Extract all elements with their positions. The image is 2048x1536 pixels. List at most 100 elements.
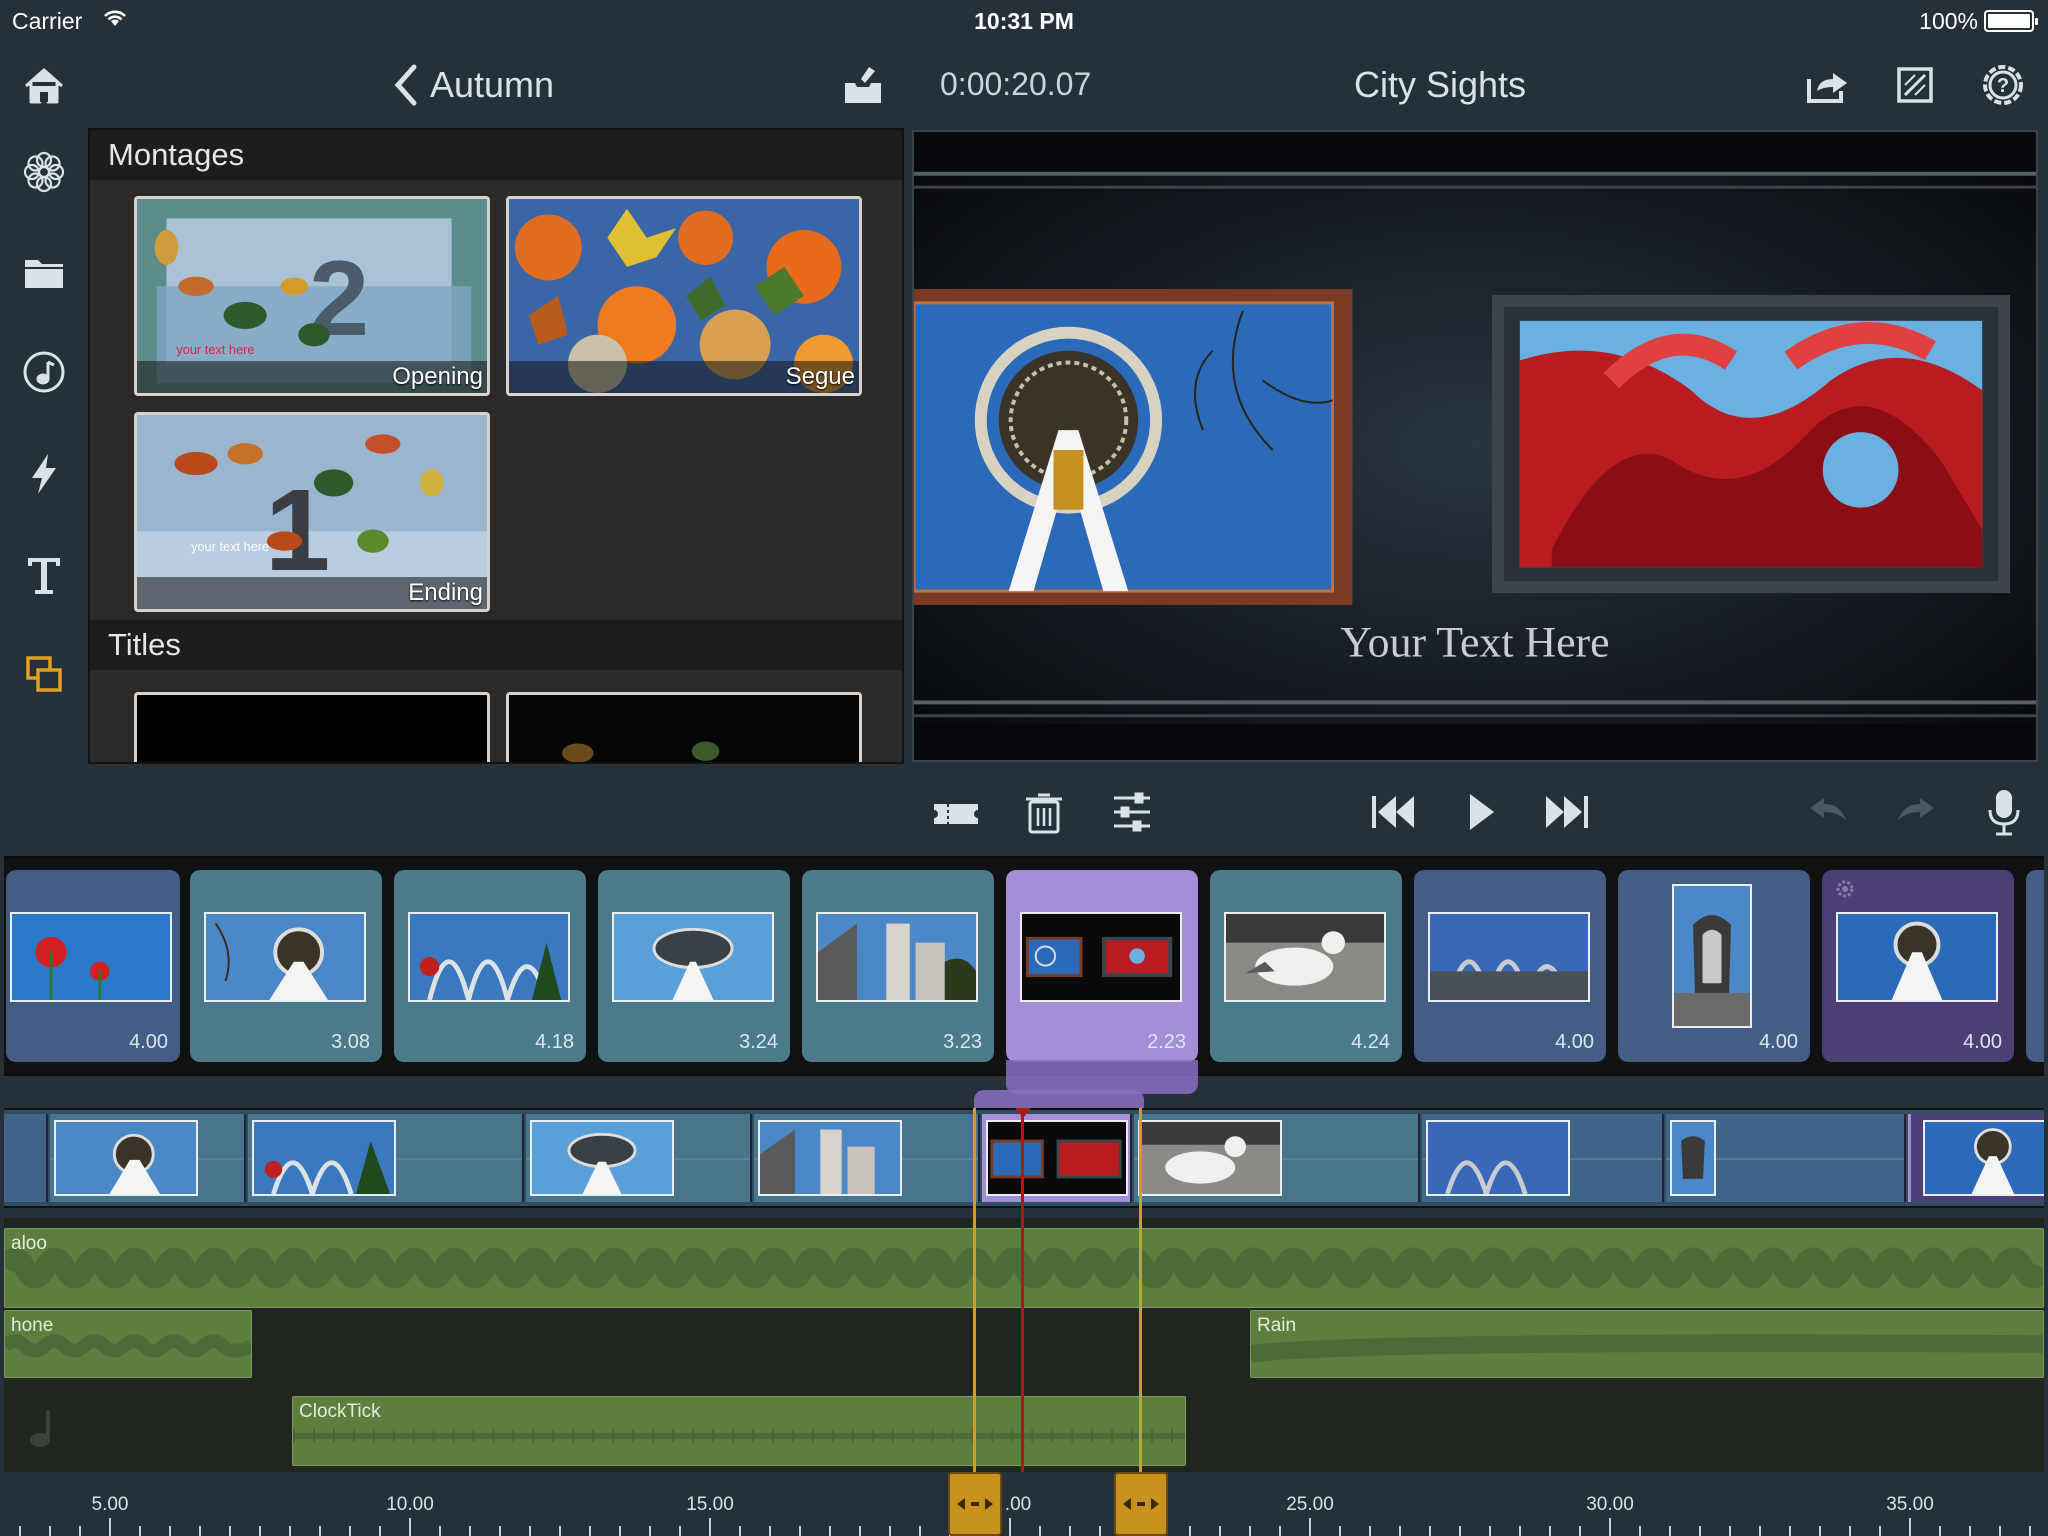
section-montages: Montages [90,130,902,180]
audio-clip-name: hone [11,1315,54,1336]
clip-thumbnail [408,912,570,1002]
skip-forward-icon[interactable] [1538,782,1598,842]
clip[interactable]: 3.08 [190,870,382,1062]
ruler-label: 25.00 [1286,1494,1334,1515]
montage-ending[interactable]: 1 your text here Ending [134,412,490,612]
flower-icon[interactable] [14,142,74,202]
selection-connector [974,1090,1144,1110]
aspect-ratio-icon[interactable] [1888,58,1942,112]
ruler-label: 35.00 [1886,1494,1934,1515]
clip-duration: 4.00 [1555,1031,1594,1053]
import-icon[interactable] [836,58,890,112]
share-icon[interactable] [1800,58,1854,112]
clip[interactable]: 3.24 [598,870,790,1062]
audio-clip-music[interactable]: aloo [4,1228,2044,1308]
ruler-label: 15.00 [686,1494,734,1515]
music-note-icon [30,1410,50,1447]
clip-thumbnail [1836,912,1998,1002]
clip-duration: 4.00 [1963,1031,2002,1053]
timecode: 0:00:20.07 [940,66,1092,102]
undo-icon[interactable] [1798,782,1858,842]
clip-selected[interactable]: 2.23 [1006,870,1198,1062]
audio-clip-rain[interactable]: Rain [1250,1310,2044,1378]
project-title: City Sights [1353,64,1527,105]
storyboard-segment[interactable] [4,1114,48,1202]
montage-segue[interactable]: Segue [506,196,862,396]
sliders-icon[interactable] [1102,782,1162,842]
ruler-label: .00 [1004,1494,1032,1515]
text-icon[interactable] [14,544,74,604]
layers-icon[interactable] [14,644,74,704]
audio-clip-name: Rain [1257,1315,1297,1336]
audio-clip-clocktick[interactable]: ClockTick [292,1396,1186,1466]
clip-thumbnail [10,912,172,1002]
timeline-ruler: 5.00 10.00 15.00 .00 25.00 30.00 35.00 [0,1472,2048,1536]
storyboard-segment[interactable] [526,1114,752,1202]
storyboard-segment[interactable] [50,1114,246,1202]
storyboard-segment[interactable] [248,1114,524,1202]
video-preview[interactable]: Your Text Here [912,130,2038,762]
ruler-label: 5.00 [91,1494,129,1515]
clip[interactable]: 4.00 [1618,870,1810,1062]
trim-handle-left[interactable] [948,1472,1002,1536]
clip-thumbnail [1224,912,1386,1002]
clip[interactable]: 4.24 [1210,870,1402,1062]
trash-icon[interactable] [1014,782,1074,842]
audio-clip-name: aloo [11,1233,47,1254]
clip[interactable] [2026,870,2044,1062]
ruler-ticks [19,1518,2031,1536]
storyboard-thumbnail [758,1120,902,1196]
title-thumbnail[interactable] [506,692,862,762]
storyboard-segment[interactable] [1422,1114,1664,1202]
clip-duration: 2.23 [1147,1031,1186,1053]
microphone-icon[interactable] [1974,782,2034,842]
skip-back-icon[interactable] [1362,782,1422,842]
sidebar [0,40,88,700]
music-icon[interactable] [14,342,74,402]
back-button[interactable]: Autumn [392,60,554,110]
clip[interactable]: 4.18 [394,870,586,1062]
redo-icon[interactable] [1886,782,1946,842]
lightning-icon[interactable] [14,444,74,504]
storyboard-thumbnail [1426,1120,1570,1196]
title-thumbnail[interactable] [134,692,490,762]
home-icon[interactable] [14,56,74,116]
audio-clip-name: ClockTick [299,1401,381,1422]
clip-duration: 4.24 [1351,1031,1390,1053]
clip[interactable]: 3.23 [802,870,994,1062]
trim-line-left [973,1108,976,1508]
gear-icon [1836,880,1854,898]
storyboard-segment[interactable] [1134,1114,1420,1202]
clip-duration: 4.00 [1759,1031,1798,1053]
help-settings-icon[interactable]: ? [1976,58,2030,112]
trim-handle-right[interactable] [1114,1472,1168,1536]
status-time: 10:31 PM [974,8,1074,34]
arrows-horizontal-icon [957,1498,993,1510]
storyboard-segment[interactable] [1666,1114,1906,1202]
clip-thumbnail [1672,884,1752,1028]
clip[interactable]: 4.00 [1822,870,2014,1062]
trim-line-right [1139,1108,1142,1508]
clip-duration: 4.18 [535,1031,574,1053]
clip-duration: 3.23 [943,1031,982,1053]
storyboard-thumbnail [1923,1120,2044,1196]
play-icon[interactable] [1450,782,1510,842]
folder-icon[interactable] [14,242,74,302]
clip[interactable]: 4.00 [6,870,180,1062]
playhead[interactable] [1021,1108,1024,1476]
clip-thumbnail [612,912,774,1002]
montage-label: Opening [392,363,483,390]
audio-clip-phone[interactable]: hone [4,1310,252,1378]
storyboard-segment[interactable] [754,1114,980,1202]
clip[interactable]: 4.00 [1414,870,1606,1062]
battery-icon [1984,10,2038,32]
montage-opening[interactable]: 2 your text here Opening [134,196,490,396]
clip-track: 4.00 3.08 4.18 3.24 3.23 2.23 4.24 4.00 … [4,856,2044,1076]
ticket-icon[interactable] [926,782,986,842]
storyboard-segment[interactable] [1908,1114,2044,1202]
library-panel: Montages 2 your text here Opening Segue … [88,128,904,764]
battery-percent: 100% [1919,8,1978,34]
storyboard-segment-selected[interactable] [982,1114,1132,1202]
svg-text:Your Text Here: Your Text Here [1340,619,1609,667]
ruler-label: 10.00 [386,1494,434,1515]
